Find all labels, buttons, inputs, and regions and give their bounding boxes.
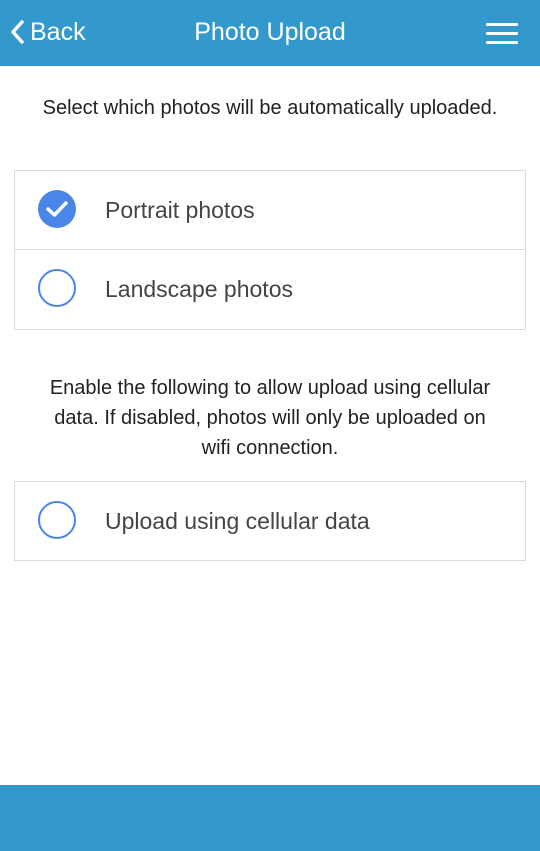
option-label: Landscape photos xyxy=(105,276,293,302)
app-header: Back Photo Upload xyxy=(0,0,540,66)
hamburger-menu-icon[interactable] xyxy=(486,20,518,46)
unchecked-radio-icon[interactable] xyxy=(38,501,76,539)
unchecked-radio-icon[interactable] xyxy=(38,269,76,307)
checked-radio-icon[interactable] xyxy=(38,190,76,228)
option-label: Upload using cellular data xyxy=(105,508,370,534)
orientation-options: Portrait photos Landscape photos xyxy=(14,170,526,330)
orientation-description: Select which photos will be automaticall… xyxy=(42,97,498,119)
app-footer xyxy=(0,785,540,851)
option-portrait-photos[interactable]: Portrait photos xyxy=(15,171,525,250)
cellular-options: Upload using cellular data xyxy=(14,481,526,561)
option-label: Portrait photos xyxy=(105,197,255,223)
option-upload-cellular-data[interactable]: Upload using cellular data xyxy=(15,482,525,560)
cellular-description: Enable the following to allow upload usi… xyxy=(49,377,491,459)
option-landscape-photos[interactable]: Landscape photos xyxy=(15,250,525,329)
page-title: Photo Upload xyxy=(194,18,346,46)
